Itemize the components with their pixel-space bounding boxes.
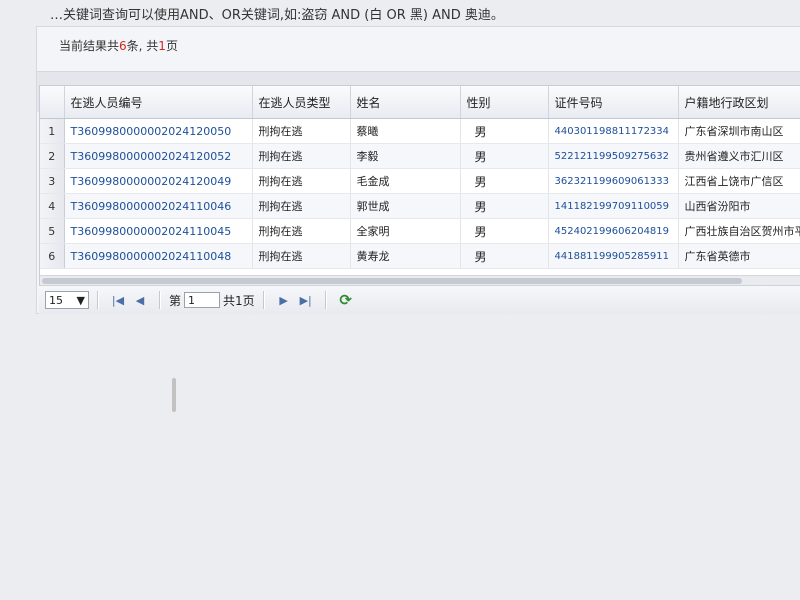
column-header-cert[interactable]: 证件号码 (548, 86, 679, 119)
row-number: 4 (40, 193, 65, 219)
scrollbar-thumb[interactable] (42, 278, 742, 284)
cell-gender: 男 (460, 193, 549, 219)
cell-region: 广西壮族自治区贺州市平 (678, 218, 800, 244)
row-number: 1 (40, 118, 65, 144)
column-header-id[interactable]: 在逃人员编号 (64, 86, 253, 119)
results-grid: 在逃人员编号 在逃人员类型 姓名 性别 证件号码 户籍地行政区划 1 T3609… (39, 85, 800, 287)
cell-name: 全家明 (350, 218, 461, 244)
cell-name: 黄寿龙 (350, 243, 461, 269)
prev-page-icon: ◀ (135, 293, 145, 307)
result-summary: 当前结果共6条, 共1页 (59, 39, 178, 53)
cell-gender: 男 (460, 218, 549, 244)
cell-id: T3609980000002024120052 (64, 143, 253, 169)
divider (97, 291, 99, 309)
pagination-bar: 15 ▼ |◀ ◀ 第 1 共1页 ▶ ▶| ⟳ (39, 285, 800, 314)
row-number: 6 (40, 243, 65, 269)
column-header-name[interactable]: 姓名 (350, 86, 461, 119)
next-page-icon: ▶ (279, 293, 288, 307)
cell-type: 刑拘在逃 (252, 143, 351, 169)
refresh-icon: ⟳ (339, 291, 352, 309)
row-number: 2 (40, 143, 65, 169)
divider (262, 291, 265, 309)
cell-gender: 男 (460, 118, 549, 144)
cell-type: 刑拘在逃 (252, 218, 351, 244)
cell-gender: 男 (460, 143, 549, 169)
cell-name: 郭世成 (350, 193, 461, 219)
cell-cert: 141182199709110059 (548, 193, 679, 219)
prev-page-button[interactable]: ◀ (129, 291, 151, 309)
column-header-type[interactable]: 在逃人员类型 (252, 86, 351, 119)
first-page-icon: |◀ (111, 293, 125, 307)
cell-id: T3609980000002024110045 (64, 218, 253, 244)
table-row[interactable]: 6 T3609980000002024110048 刑拘在逃 黄寿龙 男 441… (40, 243, 800, 269)
cell-id: T3609980000002024110046 (64, 193, 253, 219)
rownum-header (40, 86, 65, 119)
cell-cert: 362321199609061333 (548, 168, 679, 194)
cell-name: 蔡曦 (350, 118, 461, 144)
cell-type: 刑拘在逃 (252, 243, 351, 269)
cell-cert: 441881199905285911 (548, 243, 679, 269)
cell-cert: 440301198811172334 (548, 118, 679, 144)
cell-type: 刑拘在逃 (252, 193, 351, 219)
cell-gender: 男 (460, 243, 549, 269)
cell-region: 山西省汾阳市 (678, 193, 800, 219)
page-size-select[interactable]: 15 ▼ (45, 291, 89, 309)
grid-header-row: 在逃人员编号 在逃人员类型 姓名 性别 证件号码 户籍地行政区划 (40, 86, 800, 119)
cell-region: 贵州省遵义市汇川区 (678, 143, 800, 169)
last-page-icon: ▶| (299, 293, 312, 307)
page-prefix-label: 第 (169, 293, 182, 308)
table-row[interactable]: 1 T3609980000002024120050 刑拘在逃 蔡曦 男 4403… (40, 118, 800, 144)
results-panel: 当前结果共6条, 共1页 在逃人员编号 在逃人员类型 姓名 性别 证件号码 户籍… (36, 26, 800, 314)
page-total-label: 共1页 (223, 293, 255, 308)
cell-cert: 522121199509275632 (548, 143, 679, 169)
table-row[interactable]: 2 T3609980000002024120052 刑拘在逃 李毅 男 5221… (40, 143, 800, 169)
table-row[interactable]: 3 T3609980000002024120049 刑拘在逃 毛金成 男 362… (40, 168, 800, 194)
cell-name: 李毅 (350, 143, 461, 169)
cell-id: T3609980000002024120050 (64, 118, 253, 144)
divider (159, 291, 161, 309)
cell-region: 广东省英德市 (678, 243, 800, 269)
divider (324, 291, 327, 309)
screen-smudge (172, 378, 176, 412)
result-page-count: 1 (158, 39, 166, 53)
last-page-button[interactable]: ▶| (295, 291, 317, 309)
column-header-gender[interactable]: 性别 (460, 86, 549, 119)
next-page-button[interactable]: ▶ (273, 291, 295, 309)
search-hint-text: …关键词查询可以使用AND、OR关键词,如:盗窃 AND (白 OR 黑) AN… (50, 8, 504, 23)
cell-id: T3609980000002024120049 (64, 168, 253, 194)
row-number: 5 (40, 218, 65, 244)
chevron-down-icon: ▼ (76, 293, 85, 307)
first-page-button[interactable]: |◀ (107, 291, 129, 309)
cell-id: T3609980000002024110048 (64, 243, 253, 269)
cell-type: 刑拘在逃 (252, 118, 351, 144)
cell-region: 江西省上饶市广信区 (678, 168, 800, 194)
table-row[interactable]: 5 T3609980000002024110045 刑拘在逃 全家明 男 452… (40, 218, 800, 244)
cell-gender: 男 (460, 168, 549, 194)
column-header-region[interactable]: 户籍地行政区划 (678, 86, 800, 119)
refresh-button[interactable]: ⟳ (335, 291, 357, 309)
table-row[interactable]: 4 T3609980000002024110046 刑拘在逃 郭世成 男 141… (40, 193, 800, 219)
cell-name: 毛金成 (350, 168, 461, 194)
cell-region: 广东省深圳市南山区 (678, 118, 800, 144)
cell-cert: 452402199606204819 (548, 218, 679, 244)
row-number: 3 (40, 168, 65, 194)
result-count: 6 (119, 39, 127, 53)
page-number-input[interactable]: 1 (184, 292, 221, 308)
cell-type: 刑拘在逃 (252, 168, 351, 194)
